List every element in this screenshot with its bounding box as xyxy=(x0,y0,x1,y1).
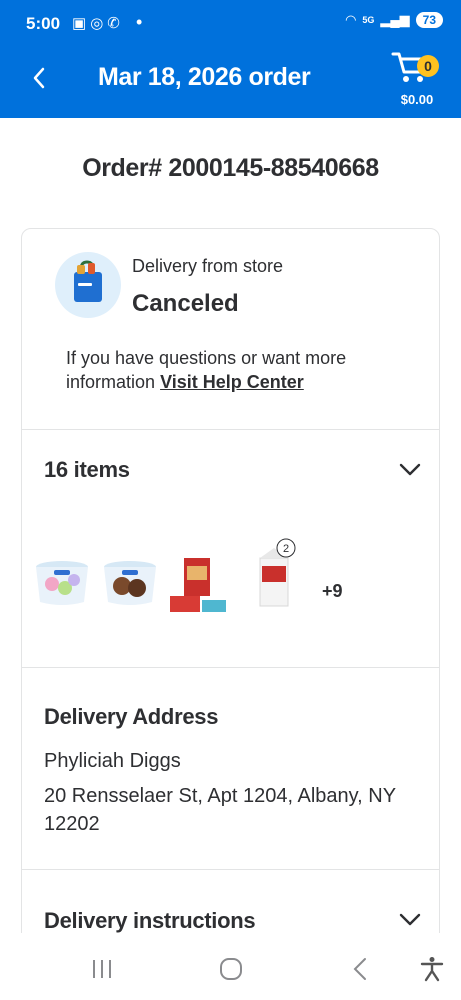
hotspot-icon: ◠ xyxy=(345,12,357,27)
order-details: Order# 2000145-88540668 Delivery from st… xyxy=(0,118,461,948)
accessibility-icon xyxy=(420,957,444,982)
screenshot-icon: ▣ xyxy=(72,15,91,32)
delivery-address-section: Delivery Address Phyliciah Diggs 20 Rens… xyxy=(22,668,439,870)
recipient-name: Phyliciah Diggs xyxy=(44,750,181,772)
status-right-icons: ◠ 5G ▂▄▆ 73 xyxy=(345,12,443,28)
delivery-type: Delivery from store xyxy=(132,256,284,276)
status-time: 5:00 xyxy=(26,14,61,33)
nfc-icon: ◎ xyxy=(90,15,108,32)
system-nav-bar xyxy=(0,933,461,1000)
5g-icon: 5G xyxy=(362,15,375,25)
order-status: Canceled xyxy=(132,290,239,317)
delivery-instructions-title: Delivery instructions xyxy=(44,908,256,933)
chevron-down-icon[interactable] xyxy=(398,908,422,932)
battery-indicator: 73 xyxy=(415,12,443,28)
accessibility-button[interactable] xyxy=(414,953,450,985)
address-line: 20 Rensselaer St, Apt 1204, Albany, NY 1… xyxy=(44,785,396,835)
home-button[interactable] xyxy=(213,953,249,985)
cart-count-badge: 0 xyxy=(417,55,439,77)
page-title: Mar 18, 2026 order xyxy=(98,63,311,91)
cart-total: $0.00 xyxy=(400,92,434,107)
items-count: 16 items xyxy=(44,457,130,482)
product-thumbnail[interactable]: 2 xyxy=(244,536,304,610)
back-icon xyxy=(353,958,366,980)
status-bar: 5:00 ▣◎✆ • ◠ 5G ▂▄▆ 73 xyxy=(0,0,461,48)
call-icon: ✆ xyxy=(107,15,124,32)
recents-icon xyxy=(93,960,111,978)
notification-dot-icon: • xyxy=(136,12,143,32)
app-header: 5:00 ▣◎✆ • ◠ 5G ▂▄▆ 73 Mar 18, 2026 orde… xyxy=(0,0,461,118)
home-icon xyxy=(220,958,242,980)
item-quantity-badge: 2 xyxy=(283,543,289,555)
recents-button[interactable] xyxy=(84,953,120,985)
back-button[interactable] xyxy=(24,60,54,96)
product-thumbnail[interactable] xyxy=(100,558,160,608)
product-thumbnail[interactable] xyxy=(168,554,228,616)
product-thumbnail[interactable] xyxy=(32,558,92,608)
status-left-icons: ▣◎✆ xyxy=(72,14,124,32)
items-section[interactable]: 16 items 2 +9 xyxy=(22,430,439,668)
help-message: If you have questions or want more infor… xyxy=(66,346,406,394)
order-status-section: Delivery from store Canceled If you have… xyxy=(22,229,439,430)
order-number: Order# 2000145-88540668 xyxy=(82,154,379,182)
delivery-address-title: Delivery Address xyxy=(44,704,219,729)
cart-button[interactable]: 0 $0.00 xyxy=(387,50,447,112)
signal-icon: ▂▄▆ xyxy=(380,12,410,27)
help-center-link[interactable]: Visit Help Center xyxy=(160,372,304,392)
more-items-count[interactable]: +9 xyxy=(322,581,343,602)
system-back-button[interactable] xyxy=(342,953,378,985)
order-card: Delivery from store Canceled If you have… xyxy=(21,228,440,948)
chevron-down-icon[interactable] xyxy=(398,458,422,482)
chevron-left-icon xyxy=(33,67,45,89)
walmart-bag-icon xyxy=(55,252,121,318)
